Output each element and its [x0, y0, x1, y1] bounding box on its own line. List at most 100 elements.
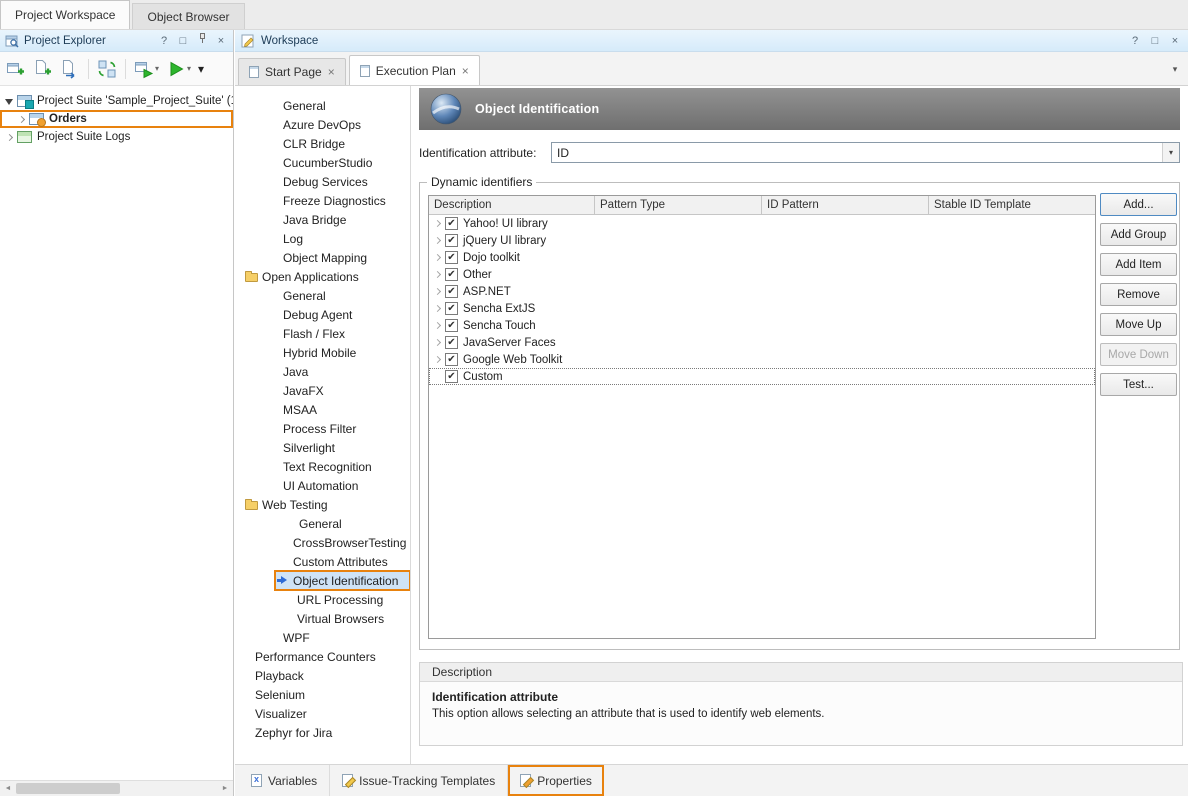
settings-nav-item-inner[interactable]: Flash / Flex — [281, 324, 410, 343]
row-checkbox[interactable] — [445, 336, 458, 349]
settings-nav-item-inner[interactable]: Visualizer — [253, 704, 410, 723]
settings-nav-item[interactable]: Object Identification — [235, 571, 410, 590]
table-row[interactable]: Sencha ExtJS — [429, 300, 1095, 317]
row-checkbox[interactable] — [445, 234, 458, 247]
table-row[interactable]: JavaServer Faces — [429, 334, 1095, 351]
help-icon[interactable]: ? — [1128, 34, 1142, 48]
settings-nav-item[interactable]: Java Bridge — [235, 210, 410, 229]
tab-list-chevron-icon[interactable]: ▾ — [1165, 64, 1185, 85]
action-button[interactable]: Add... — [1100, 193, 1177, 216]
run-project-suite-icon[interactable]: ▾ — [132, 57, 161, 81]
settings-nav-item[interactable]: Performance Counters — [235, 647, 410, 666]
settings-nav-item-inner[interactable]: Freeze Diagnostics — [281, 191, 410, 210]
table-column-header[interactable]: Pattern Type — [595, 196, 762, 214]
settings-nav-item[interactable]: Visualizer — [235, 704, 410, 723]
settings-nav-item[interactable]: Debug Agent — [235, 305, 410, 324]
row-expander-icon[interactable] — [432, 235, 443, 246]
row-expander-icon[interactable] — [432, 269, 443, 280]
row-expander-icon[interactable] — [432, 286, 443, 297]
settings-nav-item[interactable]: URL Processing — [235, 590, 410, 609]
settings-nav-item-inner[interactable]: Debug Services — [281, 172, 410, 191]
row-checkbox[interactable] — [445, 370, 458, 383]
open-project-item-icon[interactable] — [58, 57, 82, 81]
settings-nav-item-inner[interactable]: MSAA — [281, 400, 410, 419]
settings-nav-item-inner[interactable]: URL Processing — [295, 590, 410, 609]
settings-nav-item-inner[interactable]: Text Recognition — [281, 457, 410, 476]
help-icon[interactable]: ? — [157, 34, 171, 48]
action-button[interactable]: Move Up — [1100, 313, 1177, 336]
bottom-tab[interactable]: Properties — [508, 765, 604, 796]
settings-nav-item-inner[interactable]: Custom Attributes — [291, 552, 410, 571]
settings-nav-item[interactable]: MSAA — [235, 400, 410, 419]
settings-nav-item-inner[interactable]: Virtual Browsers — [295, 609, 410, 628]
settings-nav-item[interactable]: Text Recognition — [235, 457, 410, 476]
tree-item[interactable]: Project Suite 'Sample_Project_Suite' (1 … — [0, 92, 233, 110]
close-icon[interactable]: × — [328, 67, 335, 77]
row-expander-icon[interactable] — [432, 303, 443, 314]
settings-nav-item[interactable]: JavaFX — [235, 381, 410, 400]
row-checkbox[interactable] — [445, 319, 458, 332]
row-expander-icon[interactable] — [432, 218, 443, 229]
settings-nav-item[interactable]: Web Testing — [235, 495, 410, 514]
row-checkbox[interactable] — [445, 353, 458, 366]
settings-nav-item[interactable]: Silverlight — [235, 438, 410, 457]
row-expander-icon[interactable] — [432, 337, 443, 348]
scroll-right-icon[interactable]: ► — [217, 781, 233, 796]
chevron-down-icon[interactable]: ▾ — [1162, 143, 1179, 162]
row-checkbox[interactable] — [445, 217, 458, 230]
settings-nav-item-inner[interactable]: Object Identification — [275, 571, 410, 590]
float-icon[interactable]: □ — [1148, 34, 1162, 48]
pin-icon[interactable] — [195, 33, 209, 48]
table-column-header[interactable]: Stable ID Template — [929, 196, 1095, 214]
action-button[interactable]: Add Item — [1100, 253, 1177, 276]
document-tab[interactable]: Execution Plan × — [349, 55, 480, 85]
settings-nav-item-inner[interactable]: Java — [281, 362, 410, 381]
table-row[interactable]: Custom — [429, 368, 1095, 385]
settings-nav-item[interactable]: Hybrid Mobile — [235, 343, 410, 362]
action-button[interactable]: Remove — [1100, 283, 1177, 306]
settings-nav-item[interactable]: Java — [235, 362, 410, 381]
settings-nav-item-inner[interactable]: Playback — [253, 666, 410, 685]
settings-nav-item-inner[interactable]: CrossBrowserTesting — [291, 533, 410, 552]
table-row[interactable]: ASP.NET — [429, 283, 1095, 300]
row-checkbox[interactable] — [445, 268, 458, 281]
settings-nav-item[interactable]: WPF — [235, 628, 410, 647]
row-expander-icon[interactable] — [432, 354, 443, 365]
settings-nav-item-inner[interactable]: General — [281, 96, 410, 115]
settings-nav-item-inner[interactable]: WPF — [281, 628, 410, 647]
row-expander-icon[interactable] — [432, 252, 443, 263]
float-icon[interactable]: □ — [176, 34, 190, 48]
table-row[interactable]: Sencha Touch — [429, 317, 1095, 334]
new-project-item-icon[interactable] — [31, 57, 55, 81]
settings-nav-item-inner[interactable]: Selenium — [253, 685, 410, 704]
settings-nav-item-inner[interactable]: Web Testing — [243, 495, 410, 514]
row-checkbox[interactable] — [445, 302, 458, 315]
tree-expander-icon[interactable] — [16, 114, 27, 125]
action-button[interactable]: Test... — [1100, 373, 1177, 396]
document-tab[interactable]: Start Page × — [238, 58, 346, 85]
tree-expander-icon[interactable] — [4, 132, 15, 143]
settings-nav-item[interactable]: Process Filter — [235, 419, 410, 438]
settings-nav-item[interactable]: General — [235, 514, 410, 533]
table-column-header[interactable]: ID Pattern — [762, 196, 929, 214]
action-button[interactable]: Move Down — [1100, 343, 1177, 366]
settings-nav-item[interactable]: Custom Attributes — [235, 552, 410, 571]
settings-nav-item-inner[interactable]: Object Mapping — [281, 248, 410, 267]
settings-nav-item[interactable]: Freeze Diagnostics — [235, 191, 410, 210]
settings-nav-item-inner[interactable]: UI Automation — [281, 476, 410, 495]
settings-nav-item[interactable]: Log — [235, 229, 410, 248]
close-icon[interactable]: × — [1168, 34, 1182, 48]
table-row[interactable]: Dojo toolkit — [429, 249, 1095, 266]
settings-nav-item[interactable]: Debug Services — [235, 172, 410, 191]
settings-nav-item[interactable]: CrossBrowserTesting — [235, 533, 410, 552]
settings-nav-item[interactable]: General — [235, 286, 410, 305]
row-expander-icon[interactable] — [432, 320, 443, 331]
new-project-suite-icon[interactable] — [4, 57, 28, 81]
settings-nav-item[interactable]: Playback — [235, 666, 410, 685]
horizontal-scrollbar[interactable]: ◄ ► — [0, 780, 233, 796]
close-icon[interactable]: × — [214, 34, 228, 48]
action-button[interactable]: Add Group — [1100, 223, 1177, 246]
toolbar-overflow-chevron-icon[interactable]: ▾ — [196, 60, 206, 78]
tree-expander-icon[interactable] — [4, 96, 15, 107]
main-tab[interactable]: Project Workspace — [0, 0, 130, 29]
